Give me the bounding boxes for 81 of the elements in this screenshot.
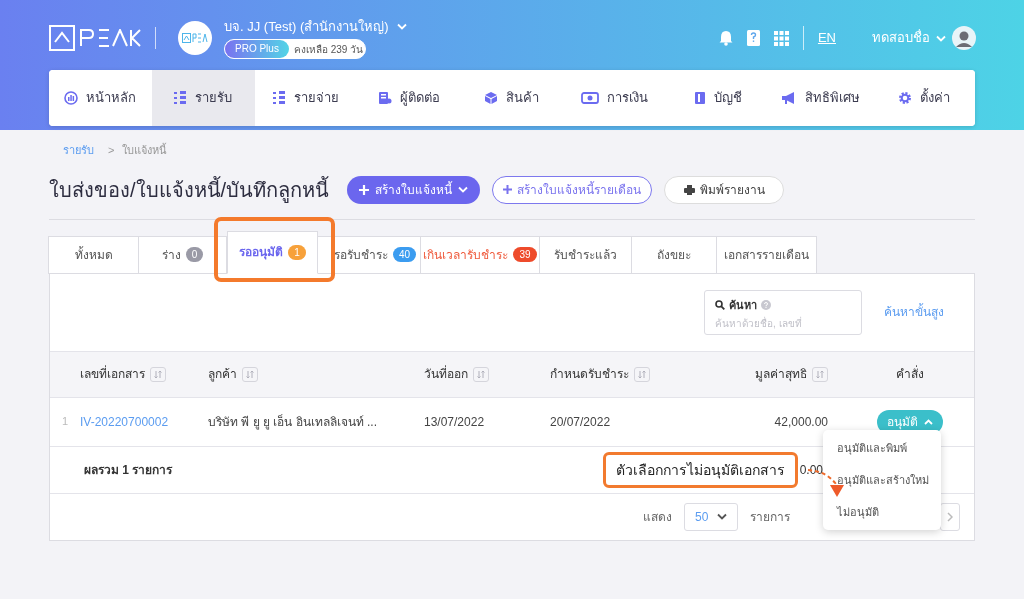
table-cell-text: 13/07/2022 (424, 413, 485, 431)
count-badge: 1 (288, 244, 306, 260)
search-field[interactable]: ค้นหา ค้นหาด้วยชื่อ, เลขที่ (704, 289, 862, 335)
book-icon (693, 91, 706, 105)
menu-item[interactable]: ไม่อนุมัติ (823, 503, 941, 521)
nav-tab[interactable]: ตั้งค่า (872, 70, 975, 126)
status-tab[interactable]: รับชำระแล้ว (539, 235, 632, 274)
column-header: วันที่ออก (424, 365, 468, 383)
nav-tab[interactable]: รายจ่าย (254, 70, 358, 126)
nav-tab[interactable]: สิทธิพิเศษ (769, 70, 873, 126)
chevron-down-icon (717, 513, 727, 520)
peak-logo[interactable] (49, 25, 143, 51)
avatar-icon[interactable] (952, 26, 976, 50)
list-icon (174, 91, 188, 105)
page-title: ใบส่งของ/ใบแจ้งหนี้/บันทึกลูกหนี้ (49, 175, 330, 205)
total-amount: 0.00 (799, 461, 823, 479)
count-badge: 40 (392, 247, 417, 262)
chevron-down-icon (936, 34, 946, 42)
company-logo[interactable] (178, 21, 212, 55)
breadcrumb-separator: > (108, 143, 115, 158)
column-header: มูลค่าสุทธิ (755, 366, 807, 383)
days-remaining: คงเหลือ 239 วัน (293, 42, 364, 57)
search-input[interactable]: ค้นหาด้วยชื่อ, เลขที่ (715, 316, 851, 331)
print-report-button[interactable]: พิมพ์รายงาน (664, 175, 785, 204)
plus-icon (503, 185, 513, 194)
chart-icon (64, 91, 79, 105)
search-icon (715, 299, 725, 310)
create-monthly-invoice-button[interactable]: สร้างใบแจ้งหนี้รายเดือน (492, 175, 653, 204)
list-icon (273, 91, 287, 105)
menu-item[interactable]: อนุมัติและสร้างใหม่ (823, 471, 941, 489)
chevron-up-icon (924, 418, 933, 425)
status-tab[interactable]: รอรับชำระ 40 (317, 235, 421, 274)
show-label: แสดง (643, 508, 672, 526)
contact-icon (378, 91, 393, 105)
chevron-right-icon (947, 511, 953, 522)
box-icon (484, 91, 499, 105)
table-cell-text: 20/07/2022 (549, 413, 611, 431)
help-icon (761, 299, 771, 310)
callout-text: ตัวเลือกการไม่อนุมัติเอกสาร (616, 460, 785, 481)
unit-label: รายการ (750, 508, 790, 526)
status-tab[interactable]: เอกสารรายเดือน (716, 235, 817, 274)
chevron-down-icon (458, 186, 469, 193)
sort-icon[interactable] (150, 366, 166, 382)
nav-tab[interactable]: ผู้ติดต่อ (357, 70, 461, 126)
plus-icon (359, 184, 370, 195)
status-tab[interactable]: เกินเวลารับชำระ 39 (420, 235, 540, 274)
status-tab[interactable]: รออนุมัติ 1 (227, 230, 318, 274)
help-book-icon[interactable] (746, 30, 760, 46)
settings-icon (897, 91, 912, 105)
status-tab[interactable]: ร่าง 0 (138, 235, 227, 274)
sort-icon[interactable] (812, 366, 828, 382)
sort-icon[interactable] (634, 366, 650, 382)
nav-tab[interactable]: สินค้า (460, 70, 564, 126)
plan-name: PRO Plus (225, 40, 289, 59)
sort-icon[interactable] (242, 366, 258, 382)
column-header: กำหนดรับชำระ (550, 366, 629, 383)
column-header: เลขที่เอกสาร (80, 365, 145, 383)
search-label: ค้นหา (729, 297, 757, 313)
nav-tab[interactable]: หน้าหลัก (49, 70, 152, 126)
table-cell-text: บริษัท พี ยู ยู เอ็น อินเทลลิเจนท์ ... (208, 413, 377, 431)
count-badge: 39 (513, 247, 537, 262)
status-tab[interactable]: ทั้งหมด (48, 235, 139, 274)
nav-tab[interactable]: บัญชี (666, 70, 770, 126)
nav-tab[interactable]: การเงิน (563, 70, 667, 126)
menu-item[interactable]: อนุมัติและพิมพ์ (823, 439, 941, 457)
breadcrumb-current: ใบแจ้งหนี้ (122, 142, 168, 158)
chevron-down-icon (396, 23, 407, 30)
column-header: คำสั่ง (896, 365, 924, 383)
table-cell-text: 42,000.00 (774, 413, 829, 431)
count-badge: 0 (185, 247, 204, 262)
column-header: ลูกค้า (208, 366, 237, 383)
apps-grid-icon[interactable] (773, 30, 789, 46)
money-icon (581, 92, 600, 104)
bell-icon[interactable] (718, 30, 733, 46)
row-number: 1 (61, 414, 70, 430)
nav-tab[interactable]: รายรับ (151, 70, 255, 126)
create-invoice-button[interactable]: สร้างใบแจ้งหนี้ (347, 175, 481, 204)
printer-icon (683, 184, 695, 195)
sort-icon[interactable] (473, 366, 489, 382)
status-tab[interactable]: ถังขยะ (631, 235, 717, 274)
total-label: ผลรวม 1 รายการ (84, 461, 173, 479)
